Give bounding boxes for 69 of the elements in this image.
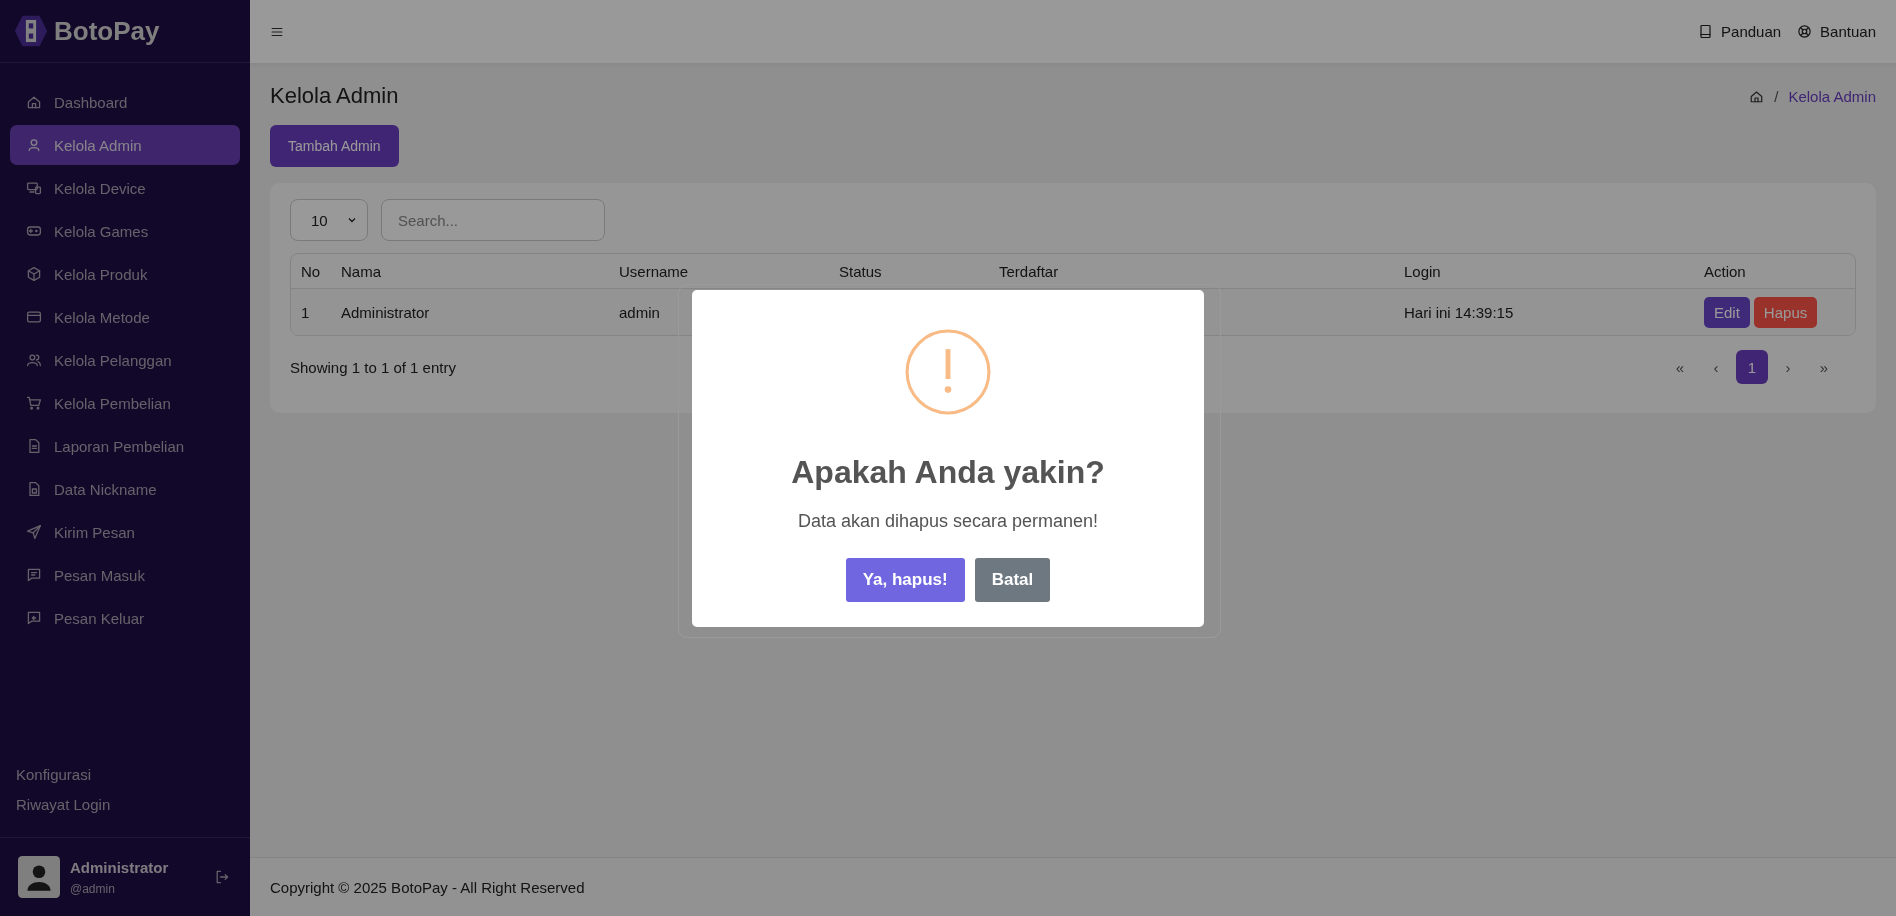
cart-icon [26,395,42,411]
table-cell: Hari ini 14:39:15 [1404,303,1514,321]
dialog-title: Apakah Anda yakin? [791,453,1105,491]
delete-button[interactable]: Hapus [1753,296,1818,328]
devices-icon [26,180,42,196]
user-name: Administrator [70,858,170,876]
gamepad-icon [26,223,42,239]
search-field[interactable]: Search... [381,199,605,241]
user-icon [26,137,42,153]
nav-item[interactable]: Dashboard [10,82,240,122]
nav-item[interactable]: Data Nickname [10,469,240,509]
sidebar-link[interactable]: Konfigurasi [16,766,234,783]
add-admin-button[interactable]: Tambah Admin [270,125,399,167]
message-reply-icon [26,610,42,626]
nav-item[interactable]: Kelola Admin [10,125,240,165]
nav-item[interactable]: Kelola Pembelian [10,383,240,423]
logo-icon [14,14,48,48]
logout-icon [214,869,230,885]
users-icon [26,352,42,368]
send-icon [26,524,42,540]
breadcrumb-home-link[interactable] [1749,88,1765,104]
page-button[interactable]: ‹ [1700,350,1732,384]
column-header: Login [1394,254,1694,289]
home-icon [1749,88,1765,104]
nav-item[interactable]: Kirim Pesan [10,512,240,552]
nav-item[interactable]: Kelola Pelanggan [10,340,240,380]
page-button[interactable]: › [1772,350,1804,384]
dialog-message: Data akan dihapus secara permanen! [797,510,1099,532]
table-cell: 1 [301,303,310,321]
nav-item[interactable]: Kelola Device [10,168,240,208]
user-handle: @admin [70,881,116,896]
edit-button[interactable]: Edit [1704,296,1750,328]
entries-info: Showing 1 to 1 of 1 entry [290,358,456,376]
nav-item[interactable]: Laporan Pembelian [10,426,240,466]
cancel-button[interactable]: Batal [974,557,1051,602]
top-link[interactable]: Panduan [1698,23,1782,40]
chevron-down-icon [347,215,357,225]
warning-icon [904,327,992,416]
brand-name: BotoPay [54,15,160,47]
column-header: Action [1694,254,1855,289]
page-button[interactable]: « [1664,350,1696,384]
logout-button[interactable] [214,869,230,885]
avatar-icon [18,856,60,898]
nav-item[interactable]: Kelola Games [10,211,240,251]
nav-item[interactable]: Pesan Keluar [10,598,240,638]
sidebar-link[interactable]: Riwayat Login [16,796,234,813]
page-button[interactable]: » [1808,350,1840,384]
box-icon [26,266,42,282]
table-cell: admin [619,303,660,321]
breadcrumb-separator: / [1774,87,1779,105]
table-cell: Administrator [341,303,430,321]
column-header: No [291,254,331,289]
card-icon [26,309,42,325]
message-icon [26,567,42,583]
nav-item[interactable]: Pesan Masuk [10,555,240,595]
column-header: Nama [331,254,609,289]
nav-item[interactable]: Kelola Produk [10,254,240,294]
breadcrumb-current: Kelola Admin [1788,87,1876,105]
home-icon [26,94,42,110]
book-icon [1698,24,1714,39]
page-title: Kelola Admin [270,83,399,109]
nav-item[interactable]: Kelola Metode [10,297,240,337]
page-size-select[interactable]: 10 [290,199,368,241]
sim-card-icon [26,481,42,497]
lifebuoy-icon [1797,24,1813,39]
document-icon [26,438,42,454]
top-link[interactable]: Bantuan [1797,23,1876,40]
confirm-button[interactable]: Ya, hapus! [845,557,965,602]
page-button[interactable]: 1 [1736,350,1768,384]
